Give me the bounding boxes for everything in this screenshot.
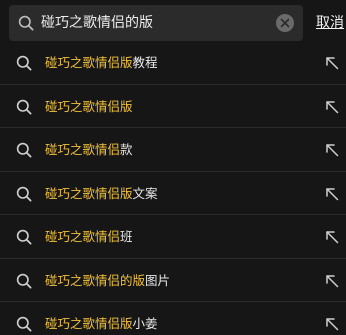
suggestion-suffix-text: 文案 (132, 185, 158, 201)
clear-icon (280, 18, 290, 28)
suggestion-match-text: 碰巧之歌情侣版 (45, 316, 133, 331)
suggestion-label: 碰巧之歌情侣班 (45, 227, 133, 247)
search-icon (16, 142, 32, 158)
suggestion-item[interactable]: 碰巧之歌情侣版 (0, 85, 346, 128)
search-icon (16, 186, 32, 202)
suggestion-label: 碰巧之歌情侣版小姜 (45, 314, 158, 334)
suggestion-match-text: 碰巧之歌情侣 (45, 229, 121, 244)
suggestion-label: 碰巧之歌情侣版 (45, 97, 133, 117)
suggestion-item[interactable]: 碰巧之歌情侣版文案 (0, 172, 346, 215)
suggestion-suffix-text: 班 (120, 229, 133, 244)
suggestion-label: 碰巧之歌情侣版文案 (45, 184, 158, 204)
search-icon (18, 15, 34, 31)
search-screen: 碰巧之歌情侣的版 取消 碰巧之歌情侣版教程 碰巧之歌情侣版 碰巧之歌情侣款 碰巧… (0, 0, 346, 335)
suggestion-item[interactable]: 碰巧之歌情侣版教程 (0, 41, 346, 85)
search-input[interactable]: 碰巧之歌情侣的版 (41, 13, 153, 33)
suggestion-item[interactable]: 碰巧之歌情侣的版图片 (0, 259, 346, 302)
search-icon (16, 229, 32, 245)
search-icon (16, 273, 32, 289)
suggestion-item[interactable]: 碰巧之歌情侣班 (0, 215, 346, 259)
search-icon (16, 99, 32, 115)
arrow-up-left-icon[interactable] (324, 273, 340, 289)
arrow-up-left-icon[interactable] (324, 99, 340, 115)
suggestion-label: 碰巧之歌情侣版教程 (45, 53, 158, 73)
suggestion-match-text: 碰巧之歌情侣版 (45, 55, 133, 70)
suggestion-list: 碰巧之歌情侣版教程 碰巧之歌情侣版 碰巧之歌情侣款 碰巧之歌情侣版文案 碰巧之歌… (0, 41, 346, 335)
suggestion-suffix-text: 小姜 (132, 316, 158, 331)
arrow-up-left-icon[interactable] (324, 55, 340, 71)
suggestion-suffix-text: 图片 (145, 272, 171, 288)
suggestion-item[interactable]: 碰巧之歌情侣款 (0, 128, 346, 172)
clear-search-button[interactable] (276, 14, 294, 32)
suggestion-match-text: 碰巧之歌情侣的版 (45, 272, 146, 288)
suggestion-match-text: 碰巧之歌情侣 (45, 142, 121, 157)
suggestion-suffix-text: 教程 (132, 55, 158, 70)
search-icon (16, 55, 32, 71)
suggestion-item[interactable]: 碰巧之歌情侣版小姜 (0, 302, 346, 335)
suggestion-label: 碰巧之歌情侣款 (45, 140, 133, 160)
search-icon (16, 316, 32, 332)
cancel-button[interactable]: 取消 (316, 13, 344, 33)
arrow-up-left-icon[interactable] (324, 186, 340, 202)
search-bar[interactable]: 碰巧之歌情侣的版 (9, 5, 303, 41)
arrow-up-left-icon[interactable] (324, 229, 340, 245)
suggestion-label: 碰巧之歌情侣的版图片 (45, 271, 170, 291)
suggestion-match-text: 碰巧之歌情侣版 (45, 185, 133, 201)
suggestion-suffix-text: 款 (120, 142, 133, 157)
suggestion-match-text: 碰巧之歌情侣版 (45, 98, 133, 114)
arrow-up-left-icon[interactable] (324, 316, 340, 332)
arrow-up-left-icon[interactable] (324, 142, 340, 158)
